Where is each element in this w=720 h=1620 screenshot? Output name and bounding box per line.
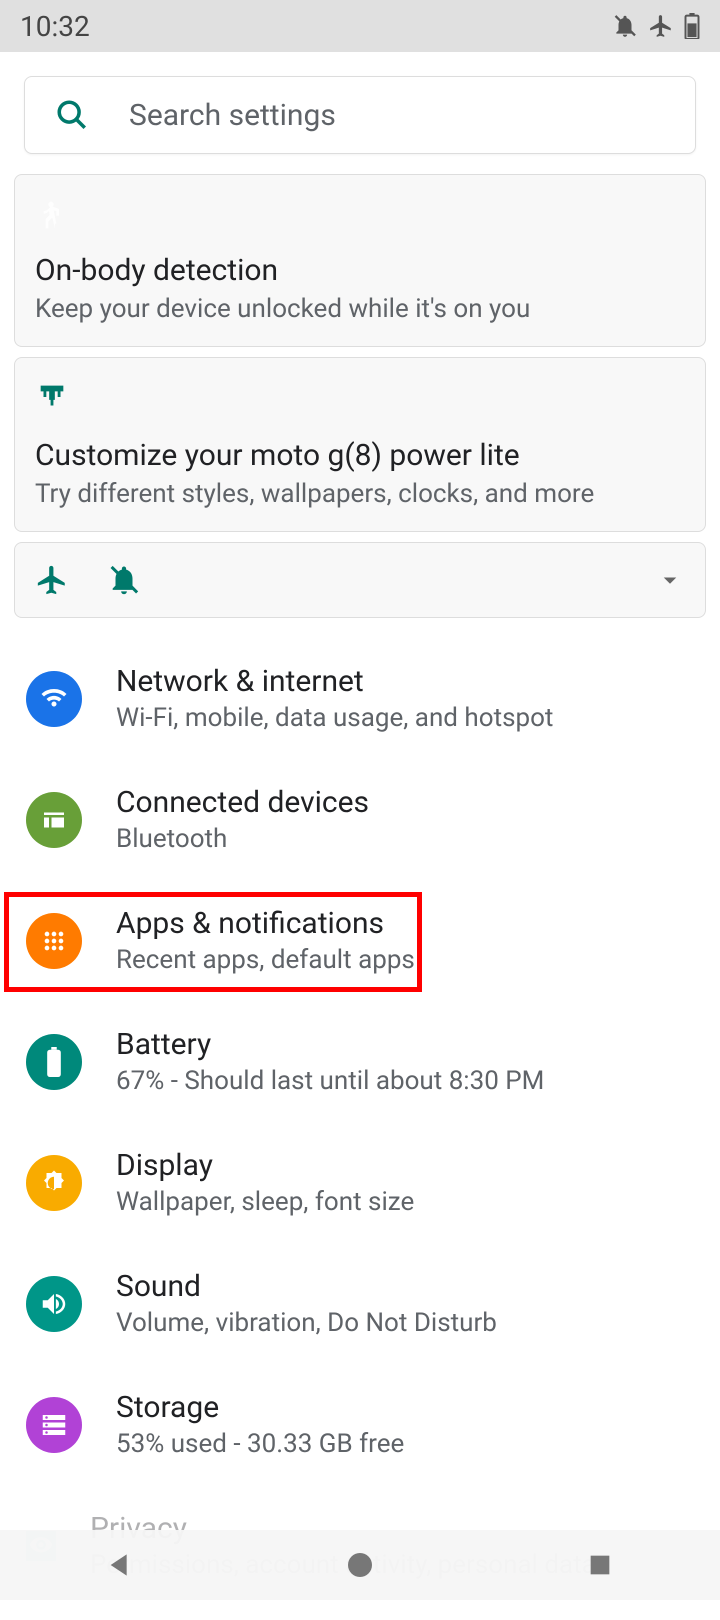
item-network[interactable]: Network & internet Wi-Fi, mobile, data u… [18, 638, 702, 759]
suggestion-subtitle: Keep your device unlocked while it's on … [35, 294, 685, 324]
item-title: Battery [116, 1027, 544, 1062]
brush-icon [35, 380, 685, 420]
item-connected[interactable]: Connected devices Bluetooth [18, 759, 702, 880]
chevron-down-icon[interactable] [655, 565, 685, 595]
item-subtitle: Wi-Fi, mobile, data usage, and hotspot [116, 703, 553, 733]
sound-icon [26, 1276, 82, 1332]
search-icon [55, 98, 89, 132]
item-title: Connected devices [116, 785, 369, 820]
item-subtitle: 67% - Should last until about 8:30 PM [116, 1066, 544, 1096]
item-subtitle: 53% used - 30.33 GB free [116, 1429, 404, 1459]
nav-bar [0, 1530, 720, 1600]
item-title: Display [116, 1148, 414, 1183]
item-subtitle: Recent apps, default apps [116, 945, 415, 975]
item-title: Storage [116, 1390, 404, 1425]
dnd-icon [107, 563, 141, 597]
item-title: Apps & notifications [116, 906, 415, 941]
brightness-icon [26, 1155, 82, 1211]
search-placeholder: Search settings [129, 98, 336, 133]
item-subtitle: Bluetooth [116, 824, 369, 854]
suggestion-onbody[interactable]: On-body detection Keep your device unloc… [14, 174, 706, 347]
battery-icon-circle [26, 1034, 82, 1090]
nav-back[interactable] [100, 1545, 140, 1585]
search-settings[interactable]: Search settings [24, 76, 696, 154]
status-icons [612, 13, 700, 39]
item-subtitle: Wallpaper, sleep, font size [116, 1187, 414, 1217]
status-bar: 10:32 [0, 0, 720, 52]
item-title: Sound [116, 1269, 497, 1304]
item-title: Network & internet [116, 664, 553, 699]
status-time: 10:32 [20, 10, 90, 43]
walk-icon [35, 195, 685, 235]
suggestion-title: Customize your moto g(8) power lite [35, 438, 685, 473]
airplane-icon [648, 13, 674, 39]
item-storage[interactable]: Storage 53% used - 30.33 GB free [18, 1364, 702, 1485]
item-battery[interactable]: Battery 67% - Should last until about 8:… [18, 1001, 702, 1122]
wifi-icon [26, 671, 82, 727]
battery-icon [684, 13, 700, 39]
dnd-off-icon [612, 13, 638, 39]
item-subtitle: Volume, vibration, Do Not Disturb [116, 1308, 497, 1338]
nav-recent[interactable] [580, 1545, 620, 1585]
settings-list: Network & internet Wi-Fi, mobile, data u… [10, 638, 710, 1620]
item-display[interactable]: Display Wallpaper, sleep, font size [18, 1122, 702, 1243]
devices-icon [26, 792, 82, 848]
suggestion-title: On-body detection [35, 253, 685, 288]
airplane-mode-icon [35, 563, 69, 597]
storage-icon [26, 1397, 82, 1453]
conditions-bar[interactable] [14, 542, 706, 618]
suggestion-customize[interactable]: Customize your moto g(8) power lite Try … [14, 357, 706, 532]
nav-home[interactable] [340, 1545, 380, 1585]
item-sound[interactable]: Sound Volume, vibration, Do Not Disturb [18, 1243, 702, 1364]
suggestion-subtitle: Try different styles, wallpapers, clocks… [35, 479, 685, 509]
apps-icon [26, 913, 82, 969]
item-apps[interactable]: Apps & notifications Recent apps, defaul… [18, 880, 702, 1001]
